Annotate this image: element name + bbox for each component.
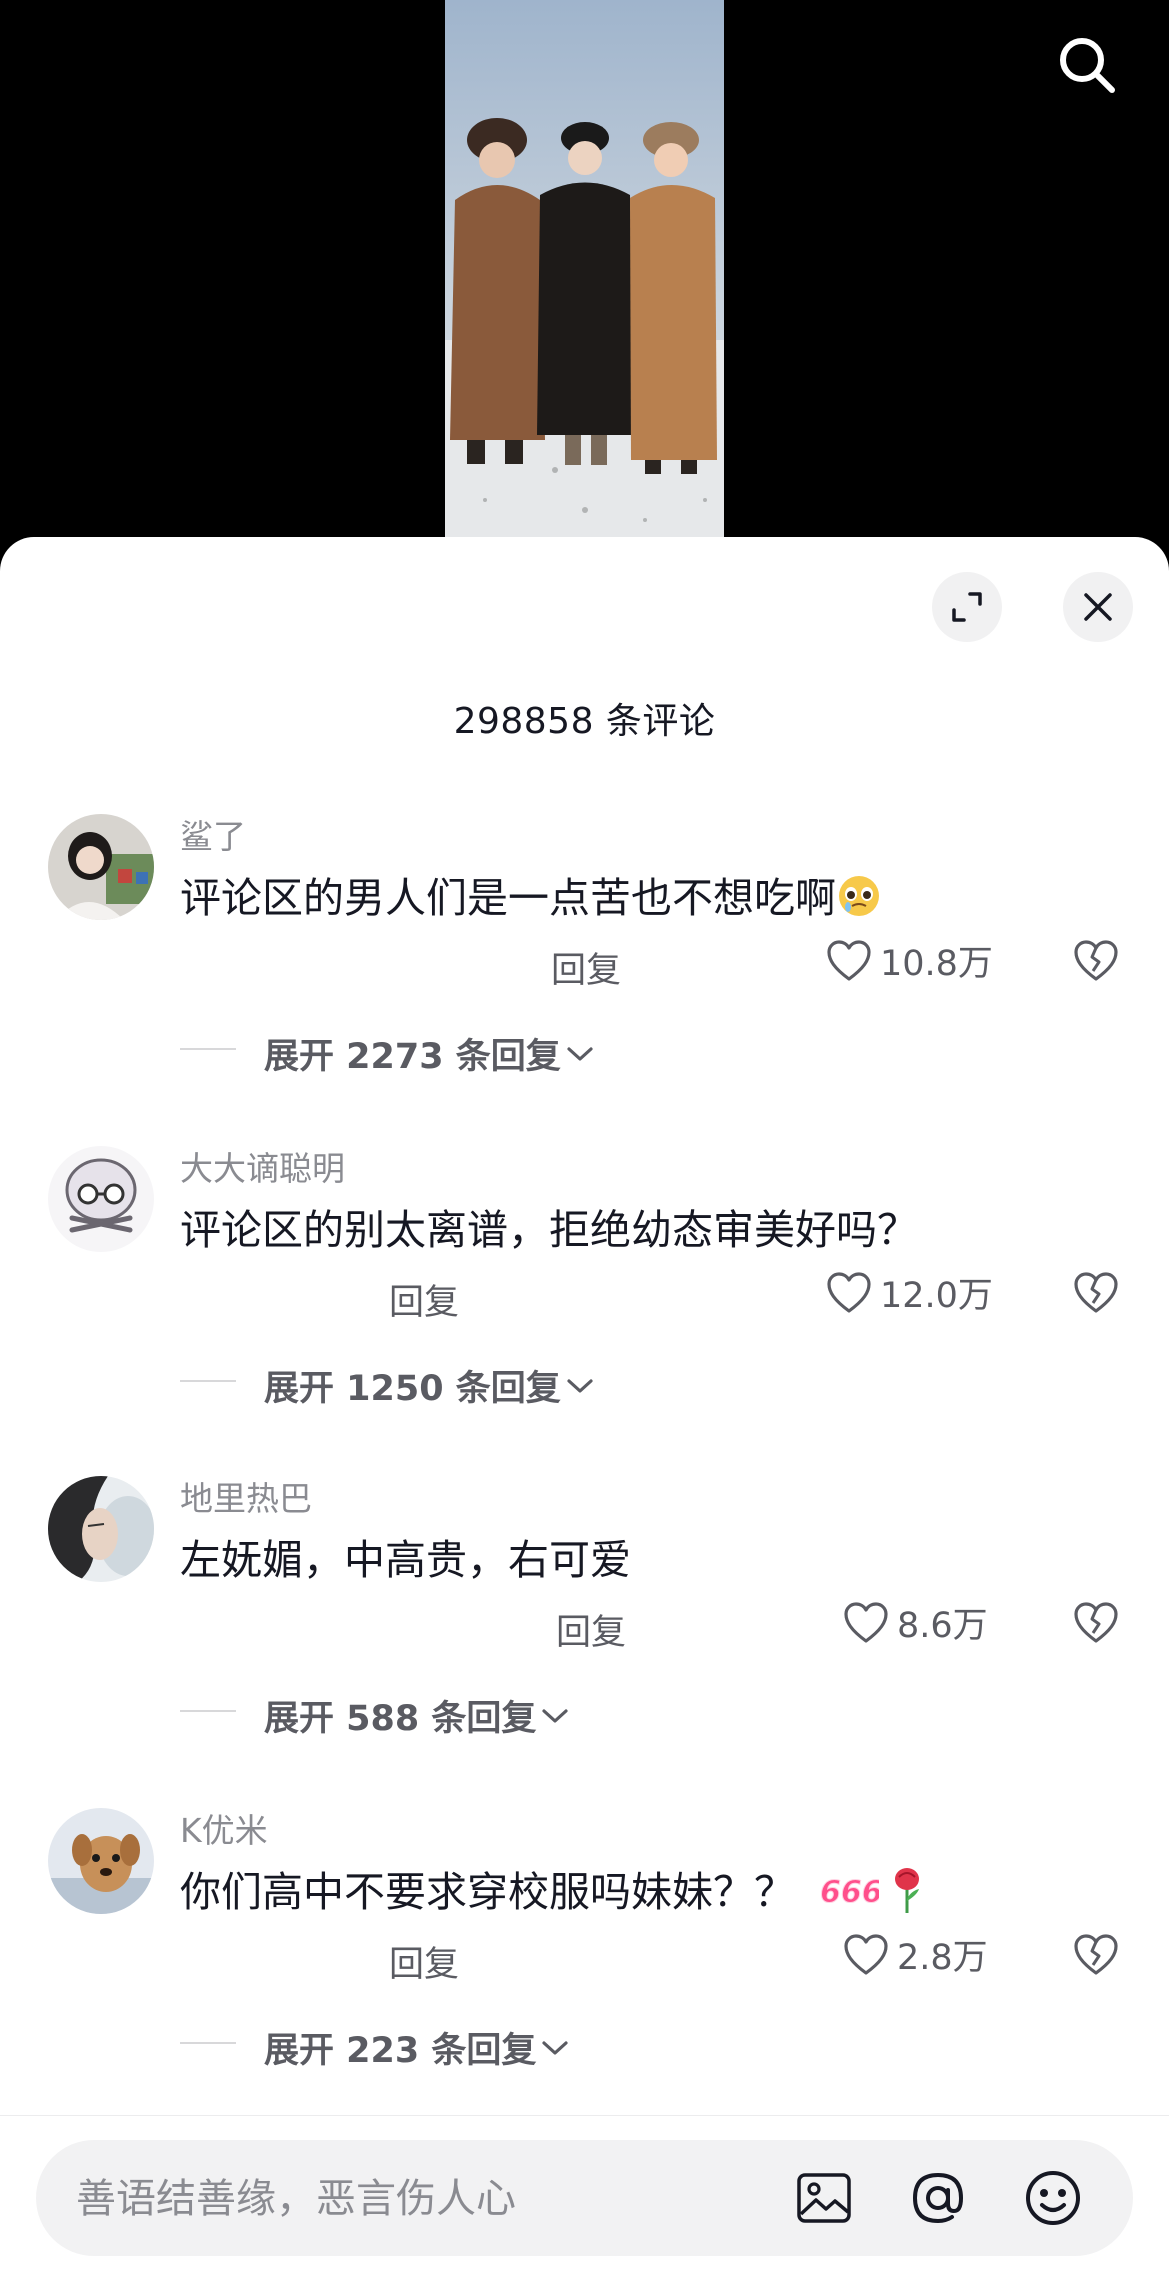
avatar[interactable] [48, 1808, 154, 1914]
video-area[interactable] [0, 0, 1169, 580]
video-frame[interactable] [445, 0, 724, 537]
heart-icon [844, 1933, 888, 1975]
comment-username[interactable]: 大大谪聪明 [180, 1142, 345, 1190]
comment-input-bar [0, 2115, 1169, 2284]
heart-icon [827, 939, 871, 981]
comment-sheet: 298858 条评论 鲨了 评论区的男人们是一点苦也不想吃啊 回复 10.8万 [0, 537, 1169, 2283]
divider-line [180, 2042, 236, 2044]
avatar[interactable] [48, 1476, 154, 1582]
chevron-down-icon [540, 1706, 570, 1726]
dislike-button[interactable] [1070, 1597, 1122, 1649]
expand-replies-button[interactable]: 展开 223 条回复 [180, 2022, 570, 2073]
chevron-down-icon [540, 2038, 570, 2058]
comment-input-box[interactable] [36, 2140, 1133, 2258]
heart-icon [827, 1271, 871, 1313]
reply-button[interactable]: 回复 [556, 1604, 626, 1655]
video-thumbnail [445, 0, 724, 537]
comment-text: 你们高中不要求穿校服吗妹妹？？ 666 [180, 1858, 927, 1925]
dislike-button[interactable] [1070, 935, 1122, 987]
666-sticker: 666 [817, 1870, 884, 1920]
like-button[interactable]: 10.8万 [826, 935, 993, 986]
emoji-button[interactable] [1021, 2166, 1085, 2230]
image-icon [797, 2173, 851, 2223]
rose-emoji [887, 1865, 927, 1925]
comment-text-body: 你们高中不要求穿校服吗妹妹？？ [180, 1868, 795, 1916]
comment-text: 评论区的别太离谱，拒绝幼态审美好吗？ [180, 1206, 918, 1254]
svg-text:666: 666 [820, 1875, 879, 1910]
like-count: 8.6万 [897, 1606, 988, 1646]
comment-username[interactable]: 地里热巴 [180, 1472, 312, 1520]
comment-input[interactable] [74, 2140, 778, 2258]
smiley-icon [1026, 2171, 1080, 2225]
like-button[interactable]: 2.8万 [843, 1929, 988, 1980]
reply-button[interactable]: 回复 [551, 942, 621, 993]
like-button[interactable]: 12.0万 [826, 1267, 993, 1318]
comment-count-title: 298858 条评论 [453, 701, 716, 742]
expand-replies-label: 展开 223 条回复 [264, 2031, 537, 2071]
expand-icon [952, 592, 982, 622]
divider-line [180, 1380, 236, 1382]
like-count: 10.8万 [880, 944, 993, 984]
expand-replies-label: 展开 588 条回复 [264, 1699, 537, 1739]
reply-button[interactable]: 回复 [389, 1274, 459, 1325]
close-icon [1084, 593, 1112, 621]
broken-heart-icon [1074, 1272, 1118, 1313]
divider-line [180, 1710, 236, 1712]
image-button[interactable] [792, 2166, 856, 2230]
expand-replies-label: 展开 2273 条回复 [264, 1037, 561, 1077]
comment-text-body: 评论区的男人们是一点苦也不想吃啊 [180, 874, 836, 922]
heart-icon [844, 1601, 888, 1643]
like-button[interactable]: 8.6万 [843, 1597, 988, 1648]
expand-replies-label: 展开 1250 条回复 [264, 1369, 561, 1409]
comment-text: 评论区的男人们是一点苦也不想吃啊 [180, 864, 882, 929]
close-button[interactable] [1063, 572, 1133, 642]
chevron-down-icon [565, 1044, 595, 1064]
expand-replies-button[interactable]: 展开 1250 条回复 [180, 1360, 595, 1411]
chevron-down-icon [565, 1376, 595, 1396]
expand-replies-button[interactable]: 展开 588 条回复 [180, 1690, 570, 1741]
divider-line [180, 1048, 236, 1050]
expand-button[interactable] [932, 572, 1002, 642]
pleading-face-emoji [836, 873, 882, 929]
dislike-button[interactable] [1070, 1929, 1122, 1981]
comment-username[interactable]: K优米 [180, 1804, 268, 1852]
search-button[interactable] [1048, 26, 1126, 104]
dislike-button[interactable] [1070, 1267, 1122, 1319]
at-icon [912, 2172, 964, 2224]
avatar[interactable] [48, 814, 154, 920]
broken-heart-icon [1074, 940, 1118, 981]
avatar[interactable] [48, 1146, 154, 1252]
mention-button[interactable] [906, 2166, 970, 2230]
like-count: 2.8万 [897, 1938, 988, 1978]
expand-replies-button[interactable]: 展开 2273 条回复 [180, 1028, 595, 1079]
broken-heart-icon [1074, 1934, 1118, 1975]
comment-text: 左妩媚，中高贵，右可爱 [180, 1536, 631, 1584]
comment-username[interactable]: 鲨了 [180, 810, 246, 858]
search-icon [1060, 38, 1115, 93]
broken-heart-icon [1074, 1602, 1118, 1643]
reply-button[interactable]: 回复 [389, 1936, 459, 1987]
like-count: 12.0万 [880, 1276, 993, 1316]
